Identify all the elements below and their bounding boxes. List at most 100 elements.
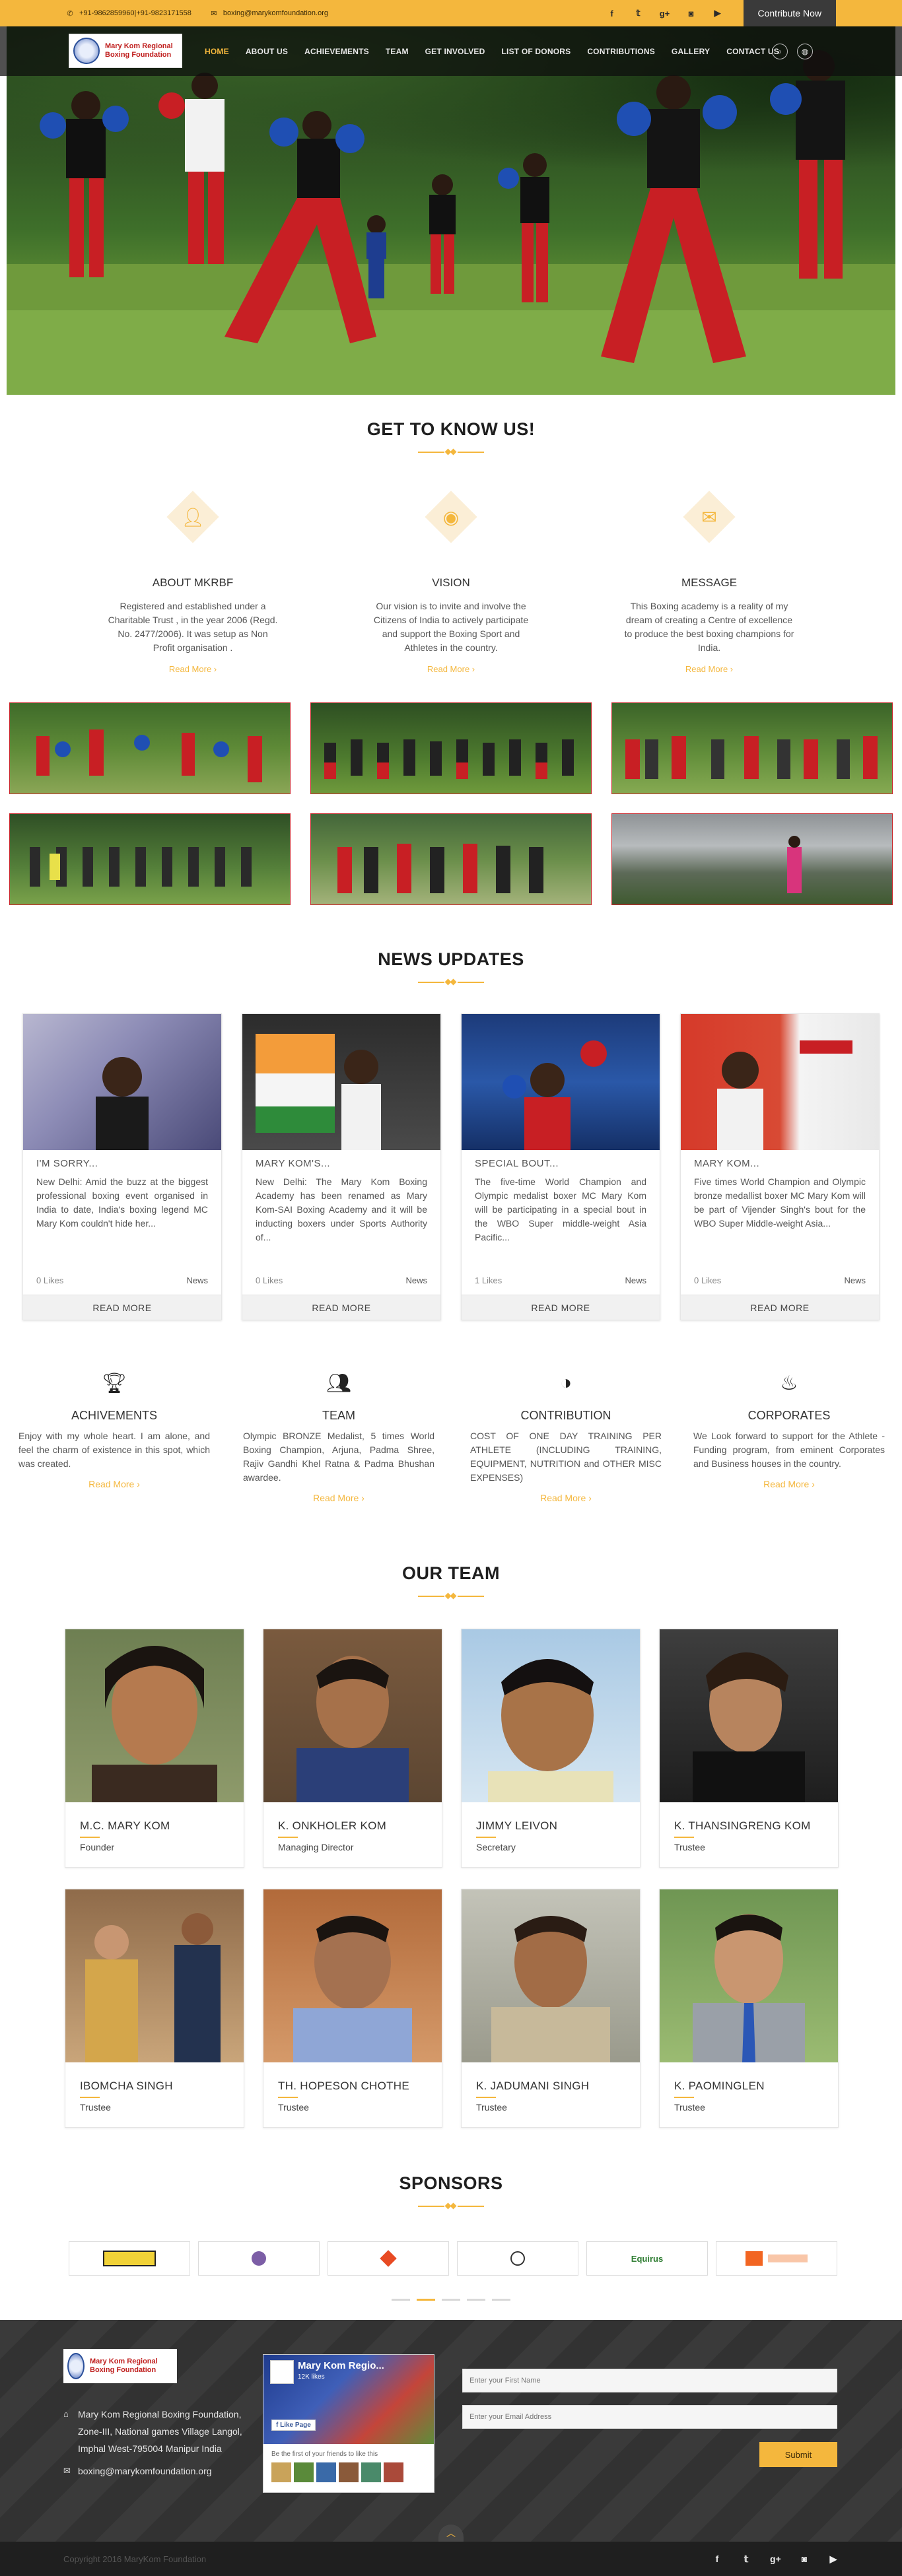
google-plus-icon[interactable]: g+: [659, 9, 671, 18]
news-image[interactable]: [462, 1014, 660, 1150]
gallery-photo-5[interactable]: [310, 813, 592, 905]
news-card: I'M SORRY... New Delhi: Amid the buzz at…: [22, 1013, 222, 1320]
gallery-photo-1[interactable]: [9, 702, 291, 794]
news-likes[interactable]: 0 Likes: [256, 1275, 283, 1285]
news-title[interactable]: MARY KOM'S...: [256, 1158, 330, 1169]
news-likes[interactable]: 0 Likes: [36, 1275, 63, 1285]
feature-read-more-link[interactable]: Read More ›: [243, 1493, 434, 1503]
team-member-card[interactable]: K. THANSINGRENG KOM Trustee: [659, 1629, 839, 1868]
cart-icon[interactable]: ◍: [797, 44, 813, 59]
feature-text: We Look forward to support for the Athle…: [693, 1431, 885, 1469]
submit-button[interactable]: Submit: [759, 2442, 837, 2467]
read-more-button[interactable]: READ MORE: [681, 1295, 879, 1320]
news-likes[interactable]: 1 Likes: [475, 1275, 502, 1285]
footer-logo[interactable]: Mary Kom Regional Boxing Foundation: [63, 2349, 177, 2383]
news-title[interactable]: SPECIAL BOUT...: [475, 1158, 559, 1169]
gallery-photo-3[interactable]: [611, 702, 893, 794]
read-more-button[interactable]: READ MORE: [23, 1295, 221, 1320]
menu-home[interactable]: HOME: [205, 47, 229, 56]
bottom-bar: Copyright 2016 MaryKom Foundation f 𝕥 g+…: [0, 2542, 902, 2576]
news-category[interactable]: News: [186, 1275, 208, 1285]
google-plus-icon[interactable]: g+: [770, 2554, 781, 2565]
footer-email[interactable]: boxing@marykomfoundation.org: [78, 2462, 212, 2480]
pagination-dot[interactable]: [392, 2299, 410, 2301]
search-icon[interactable]: ⌕: [772, 44, 788, 59]
facebook-icon[interactable]: f: [712, 2554, 722, 2565]
sponsor-logo-4[interactable]: [457, 2241, 578, 2276]
feature-contribution: ◑ CONTRIBUTION COST OF ONE DAY TRAINING …: [470, 1372, 662, 1503]
menu-list-of-donors[interactable]: LIST OF DONORS: [502, 47, 571, 56]
news-category[interactable]: News: [844, 1275, 866, 1285]
team-member-card[interactable]: JIMMY LEIVON Secretary: [461, 1629, 641, 1868]
menu-team[interactable]: TEAM: [386, 47, 409, 56]
facebook-page-title[interactable]: Mary Kom Regio...: [298, 2360, 384, 2371]
title-divider: [418, 449, 484, 456]
pagination-dot-active[interactable]: [417, 2299, 435, 2301]
feature-text: Enjoy with my whole heart. I am alone, a…: [18, 1431, 210, 1469]
facebook-icon[interactable]: f: [606, 9, 618, 18]
news-excerpt: The five-time World Champion and Olympic…: [475, 1176, 646, 1242]
menu-get-involved[interactable]: GET INVOLVED: [425, 47, 485, 56]
twitter-icon[interactable]: 𝕥: [633, 8, 644, 18]
member-role: Trustee: [674, 1842, 705, 1852]
envelope-icon: ✉: [679, 487, 739, 547]
feature-read-more-link[interactable]: Read More ›: [470, 1493, 662, 1503]
youtube-icon[interactable]: ▶: [712, 8, 724, 18]
news-image[interactable]: [23, 1014, 221, 1150]
vision-read-more-link[interactable]: Read More ›: [365, 664, 537, 674]
menu-contributions[interactable]: CONTRIBUTIONS: [587, 47, 655, 56]
feature-read-more-link[interactable]: Read More ›: [693, 1479, 885, 1489]
facebook-like-button[interactable]: f Like Page: [271, 2420, 316, 2431]
news-category[interactable]: News: [405, 1275, 427, 1285]
email-contact[interactable]: ✉ boxing@marykomfoundation.org: [210, 9, 328, 18]
team-member-card[interactable]: TH. HOPESON CHOTHE Trustee: [263, 1889, 442, 2128]
instagram-icon[interactable]: ◙: [685, 9, 697, 18]
news-image[interactable]: [242, 1014, 440, 1150]
team-member-card[interactable]: M.C. MARY KOM Founder: [65, 1629, 244, 1868]
footer-address-block: ⌂ Mary Kom Regional Boxing Foundation, Zo…: [63, 2406, 255, 2480]
sponsor-logo-1[interactable]: [69, 2241, 190, 2276]
read-more-button[interactable]: READ MORE: [462, 1295, 660, 1320]
instagram-icon[interactable]: ◙: [799, 2554, 810, 2565]
news-title[interactable]: MARY KOM...: [694, 1158, 759, 1169]
message-text: This Boxing academy is a reality of my d…: [624, 601, 794, 653]
gallery-photo-4[interactable]: [9, 813, 291, 905]
menu-achievements[interactable]: ACHIEVEMENTS: [304, 47, 369, 56]
news-image[interactable]: [681, 1014, 879, 1150]
about-read-more-link[interactable]: Read More ›: [107, 664, 279, 674]
pagination-dot[interactable]: [492, 2299, 510, 2301]
sponsor-logo-3[interactable]: [328, 2241, 449, 2276]
member-name: TH. HOPESON CHOTHE: [278, 2080, 410, 2092]
read-more-button[interactable]: READ MORE: [242, 1295, 440, 1320]
member-role: Founder: [80, 1842, 115, 1852]
twitter-icon[interactable]: 𝕥: [741, 2554, 751, 2565]
menu-about-us[interactable]: ABOUT US: [246, 47, 288, 56]
gallery-photo-6[interactable]: [611, 813, 893, 905]
message-read-more-link[interactable]: Read More ›: [623, 664, 795, 674]
site-logo[interactable]: Mary Kom Regional Boxing Foundation: [69, 34, 182, 68]
feature-read-more-link[interactable]: Read More ›: [18, 1479, 210, 1489]
sponsor-logo-equirus[interactable]: Equirus: [586, 2241, 708, 2276]
member-role: Managing Director: [278, 1842, 354, 1852]
team-member-card[interactable]: K. JADUMANI SINGH Trustee: [461, 1889, 641, 2128]
news-title[interactable]: I'M SORRY...: [36, 1158, 98, 1169]
news-category[interactable]: News: [625, 1275, 646, 1285]
team-member-card[interactable]: K. PAOMINGLEN Trustee: [659, 1889, 839, 2128]
facebook-friend-thumbs: [271, 2462, 403, 2482]
facebook-page-widget[interactable]: Mary Kom Regio... 12K likes f Like Page …: [263, 2354, 434, 2493]
news-likes[interactable]: 0 Likes: [694, 1275, 721, 1285]
team-member-card[interactable]: K. ONKHOLER KOM Managing Director: [263, 1629, 442, 1868]
first-name-input[interactable]: [462, 2369, 837, 2392]
team-member-card[interactable]: IBOMCHA SINGH Trustee: [65, 1889, 244, 2128]
menu-gallery[interactable]: GALLERY: [672, 47, 710, 56]
email-input[interactable]: [462, 2405, 837, 2429]
feature-heading: ACHIVEMENTS: [71, 1409, 158, 1422]
gallery-photo-2[interactable]: [310, 702, 592, 794]
youtube-icon[interactable]: ▶: [828, 2554, 839, 2565]
pagination-dot[interactable]: [467, 2299, 485, 2301]
pagination-dot[interactable]: [442, 2299, 460, 2301]
contribute-now-button[interactable]: Contribute Now: [743, 0, 836, 26]
sponsor-logo-2[interactable]: [198, 2241, 320, 2276]
sponsor-logo-bank-of-baroda[interactable]: [716, 2241, 837, 2276]
phone-contact[interactable]: ✆ +91-9862859960|+91-9823171558: [66, 9, 191, 18]
